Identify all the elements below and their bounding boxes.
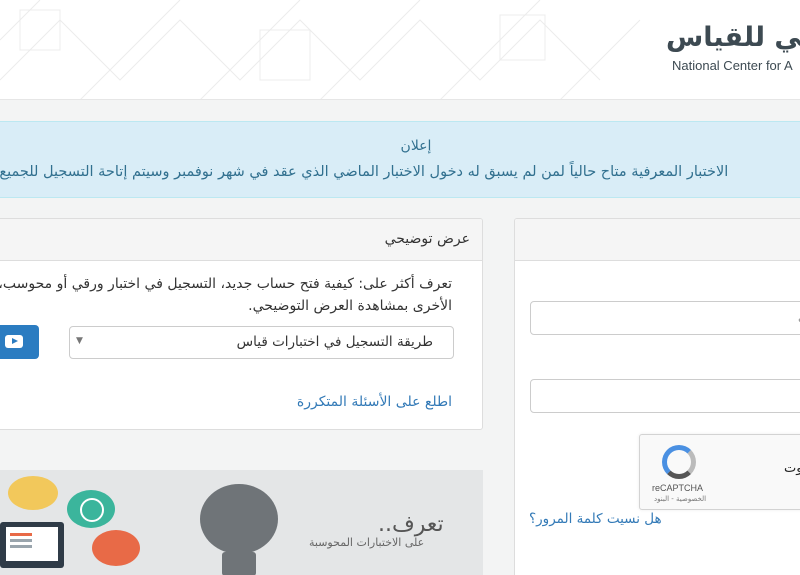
lightbulb-icon xyxy=(200,484,278,554)
recaptcha-privacy-links[interactable]: الخصوصية - البنود xyxy=(654,495,706,503)
select-value: طريقة التسجيل في اختبارات قياس xyxy=(236,334,433,350)
demo-video-select[interactable]: طريقة التسجيل في اختبارات قياس ▼ xyxy=(69,326,454,359)
banner-title: تعرف.. xyxy=(378,512,444,537)
recaptcha-icon xyxy=(662,445,696,479)
forgot-password-link[interactable]: هل نسيت كلمة المرور؟ xyxy=(529,511,662,527)
recaptcha-checkbox-label: وت xyxy=(784,461,800,476)
flask-icon xyxy=(8,476,58,510)
globe-icon xyxy=(67,490,115,528)
recaptcha-label: reCAPTCHA xyxy=(652,483,704,493)
announcement-text: الاختبار المعرفية متاح حالياً لمن لم يسب… xyxy=(0,164,729,180)
laptop-icon xyxy=(0,522,64,568)
login-panel: ي reCAPTCHA الخصوصية - البنود وت هل نسيت… xyxy=(514,218,800,575)
announcement-alert: إعلان الاختبار المعرفية متاح حالياً لمن … xyxy=(0,121,800,198)
youtube-play-icon xyxy=(5,335,23,348)
chevron-down-icon: ▼ xyxy=(76,336,83,346)
faq-link[interactable]: اطلع على الأسئلة المتكررة xyxy=(297,394,452,410)
banner-subtitle: على الاختبارات المحوسبة xyxy=(309,536,425,549)
play-video-button[interactable] xyxy=(0,325,39,359)
demo-description: تعرف أكثر على: كيفية فتح حساب جديد، التس… xyxy=(0,276,452,314)
announcement-title: إعلان xyxy=(400,138,432,154)
demo-panel-title: عرض توضيحي xyxy=(384,231,470,247)
password-input[interactable] xyxy=(530,379,800,413)
site-header: وطني للقياس National Center for A xyxy=(0,0,800,100)
recaptcha-widget[interactable]: reCAPTCHA الخصوصية - البنود وت xyxy=(639,434,800,510)
demo-panel: عرض توضيحي تعرف أكثر على: كيفية فتح حساب… xyxy=(0,218,483,430)
computerized-tests-banner[interactable]: تعرف.. على الاختبارات المحوسبة xyxy=(0,470,483,575)
demo-panel-heading: عرض توضيحي xyxy=(0,219,482,261)
logo-english[interactable]: National Center for A xyxy=(672,58,793,73)
microscope-icon xyxy=(92,530,140,566)
username-input[interactable]: ي xyxy=(530,301,800,335)
login-panel-heading xyxy=(515,219,800,261)
lightbulb-base xyxy=(222,552,256,575)
logo-arabic[interactable]: وطني للقياس xyxy=(666,22,800,53)
